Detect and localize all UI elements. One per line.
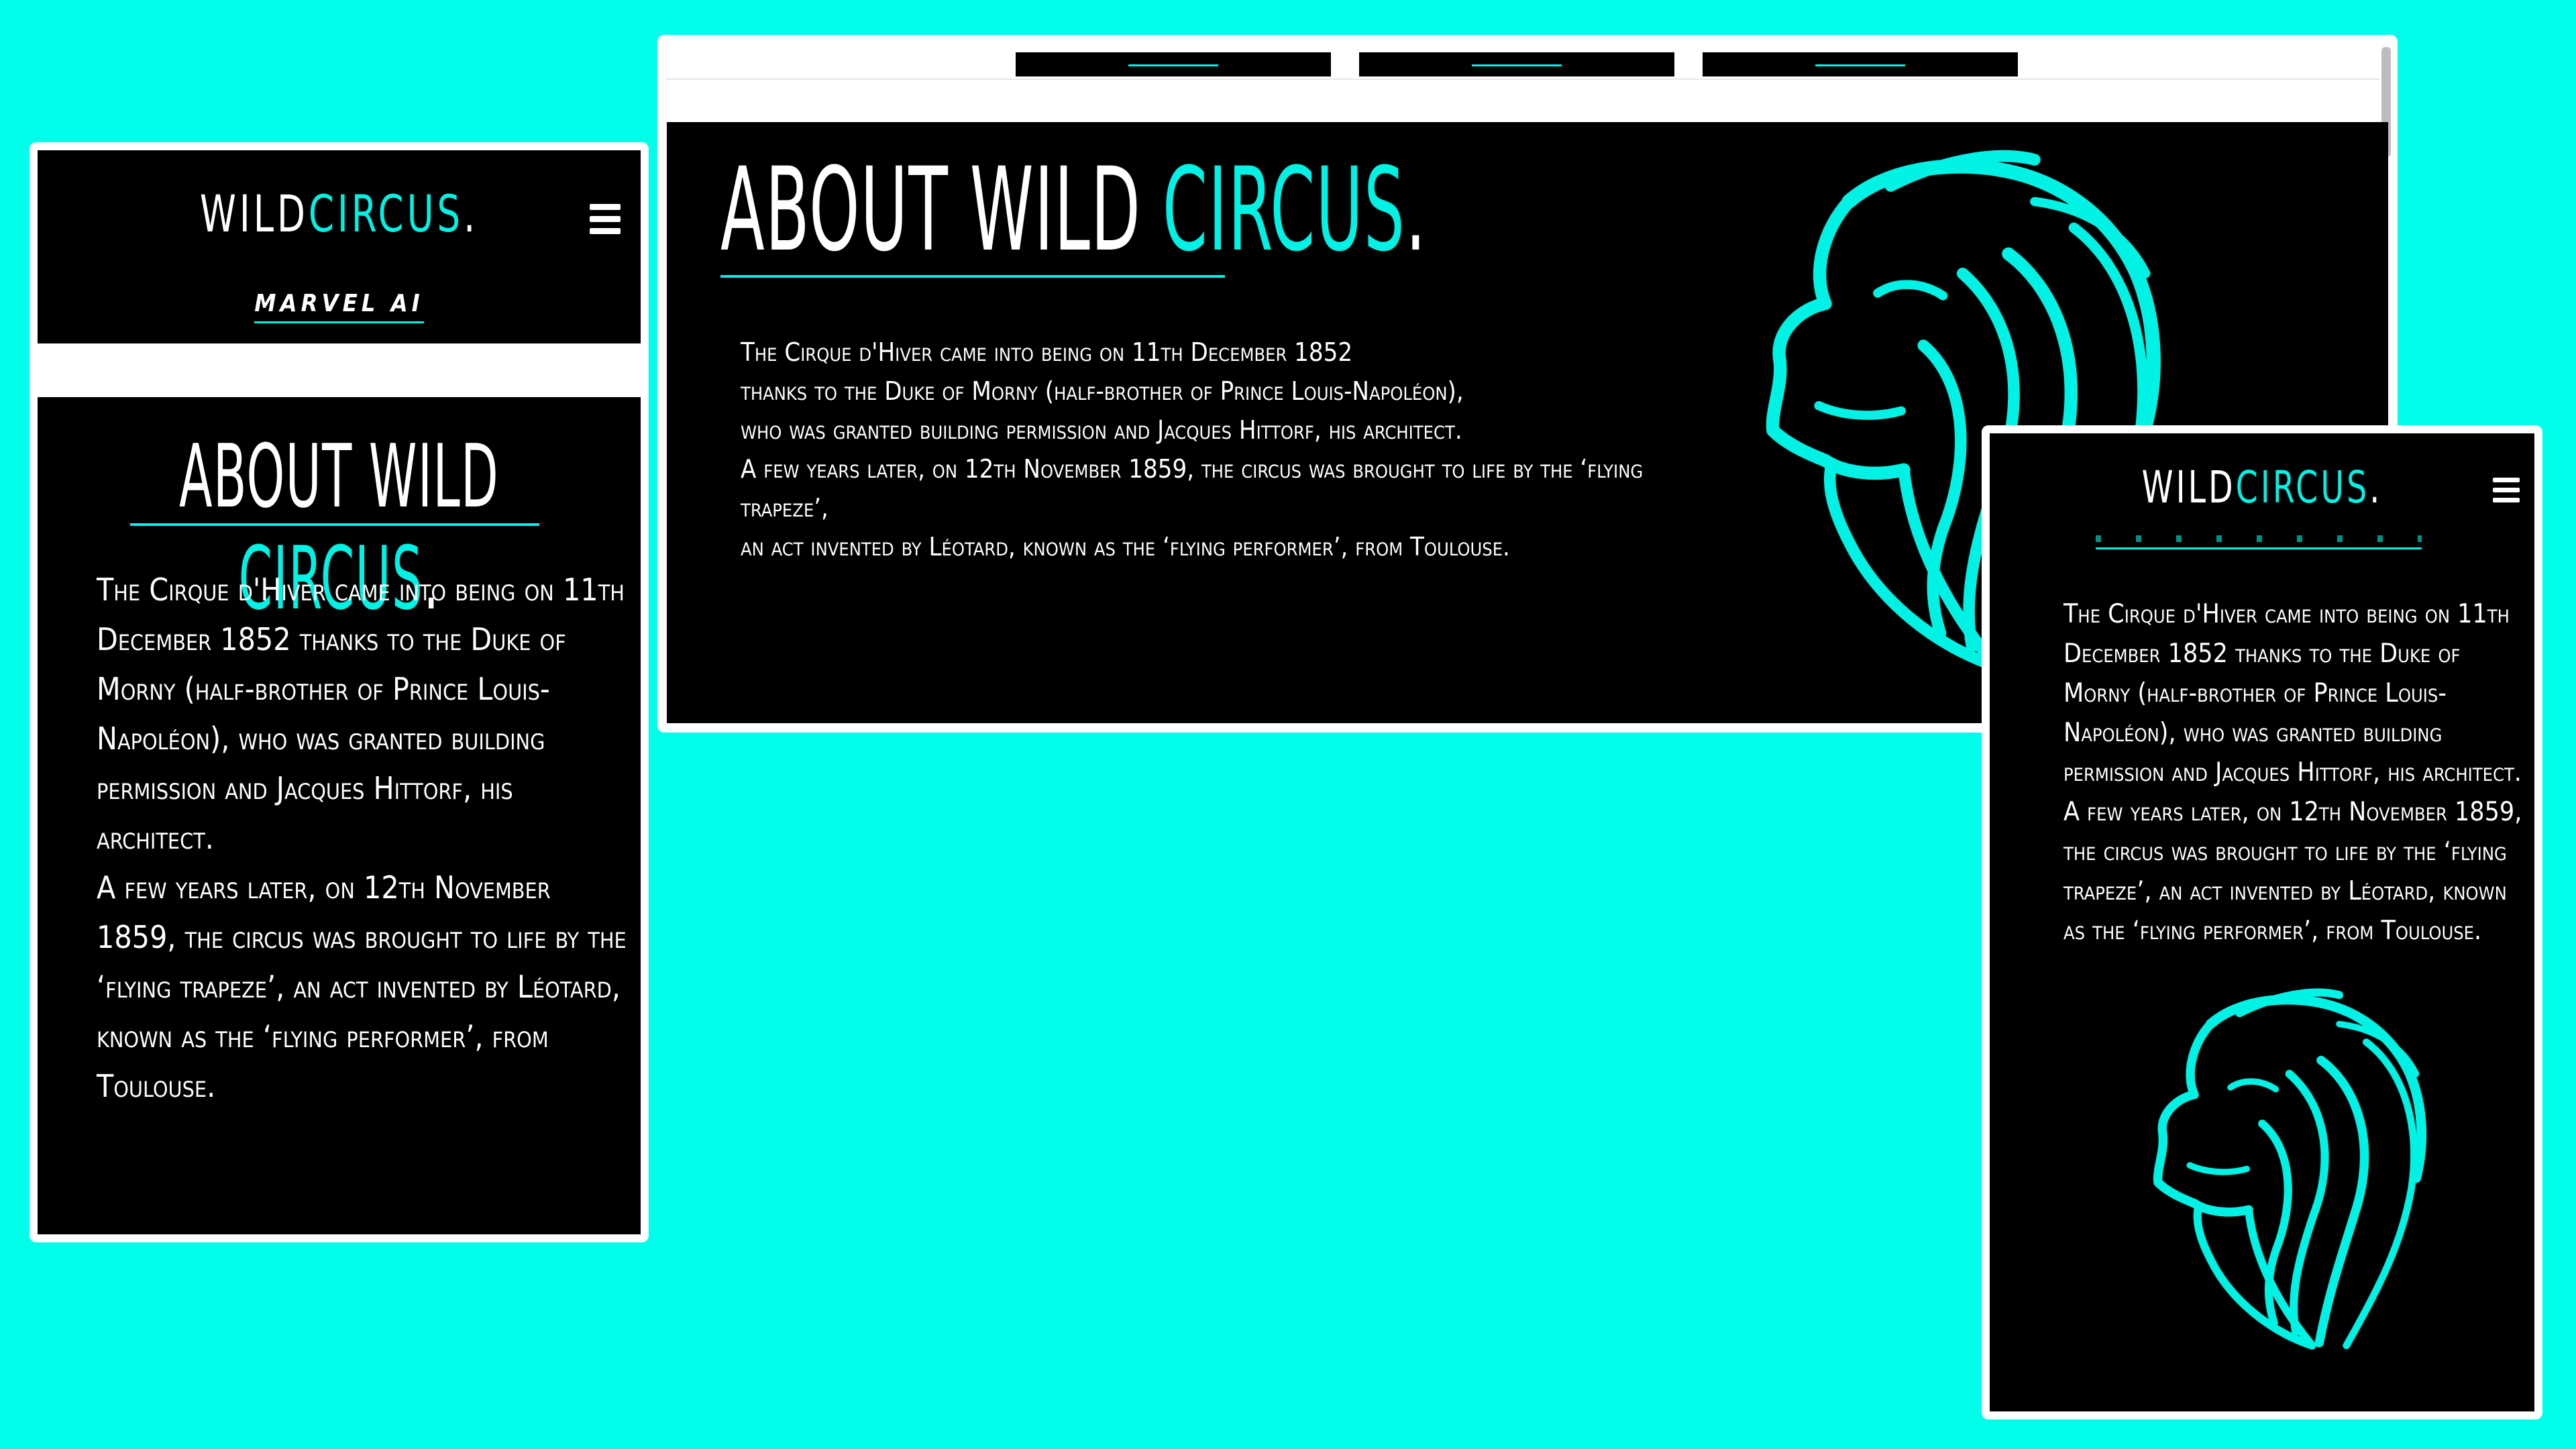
- about-title-white: ABOUT WILD: [178, 425, 500, 527]
- nav-item-underline: [1128, 64, 1218, 66]
- nav-item-3[interactable]: [1703, 52, 2018, 76]
- about-line: thanks to the Duke of Morny (half-brothe…: [741, 376, 1464, 406]
- nav-item-underline: [1815, 64, 1905, 66]
- title-underline: [130, 523, 539, 526]
- about-paragraph-2: A few years later, on 12th November 1859…: [97, 869, 627, 1104]
- brand-logo-dot: .: [2369, 462, 2383, 513]
- header-divider: [665, 78, 2379, 80]
- brand-logo-part2: CIRCUS: [308, 184, 464, 244]
- hamburger-menu-icon[interactable]: [2493, 478, 2520, 508]
- about-title: ABOUT WILD CIRCUS.: [720, 142, 1427, 277]
- brand-logo-part2: CIRCUS: [2235, 462, 2370, 513]
- title-underline: [2096, 547, 2422, 549]
- scrolled-title-remnant: [2096, 535, 2422, 542]
- title-underline: [720, 275, 1225, 278]
- mobile-nav-menu: MARVEL AI: [62, 271, 616, 330]
- about-section: ABOUT WILD CIRCUS. The Cirque d'Hiver ca…: [38, 397, 641, 1234]
- hamburger-menu-icon[interactable]: [590, 204, 621, 240]
- about-line: A few years later, on 12th November 1859…: [741, 454, 1644, 523]
- about-line: The Cirque d'Hiver came into being on 11…: [741, 337, 1353, 367]
- brand-logo-dot: .: [463, 184, 479, 244]
- nav-item-2[interactable]: [1359, 52, 1674, 76]
- about-paragraph-2: A few years later, on 12th November 1859…: [2063, 797, 2522, 946]
- nav-item-1[interactable]: [1016, 52, 1331, 76]
- mobile-mockup-left: WILDCIRCUS. MARVEL AI ABOUT WILD CIRCUS.…: [30, 142, 649, 1242]
- about-line: who was granted building permission and …: [741, 415, 1462, 445]
- about-title-white: ABOUT WILD: [720, 142, 1163, 277]
- about-paragraph-1: The Cirque d'Hiver came into being on 11…: [2063, 599, 2522, 788]
- brand-logo-part1: WILD: [2141, 462, 2236, 513]
- about-line: an act invented by Léotard, known as the…: [741, 532, 1510, 561]
- mobile-header: WILDCIRCUS.: [1990, 433, 2534, 527]
- about-text: The Cirque d'Hiver came into being on 11…: [2063, 594, 2526, 951]
- mobile-mockup-right: WILDCIRCUS. The Cirque d'Hiver came into…: [1982, 425, 2542, 1419]
- nav-link-marvel-ai[interactable]: MARVEL AI: [254, 290, 424, 323]
- brand-logo-part1: WILD: [199, 184, 309, 244]
- about-title-dot: .: [1405, 142, 1427, 277]
- about-text: The Cirque d'Hiver came into being on 11…: [97, 565, 627, 1111]
- header-gap: [38, 343, 641, 397]
- desktop-header: [665, 42, 2383, 113]
- nav-item-underline: [1472, 64, 1562, 66]
- brand-logo[interactable]: WILDCIRCUS.: [2044, 462, 2480, 513]
- about-title-accent: CIRCUS: [1162, 142, 1406, 277]
- brand-logo[interactable]: WILDCIRCUS.: [98, 184, 580, 244]
- about-paragraph-1: The Cirque d'Hiver came into being on 11…: [97, 572, 625, 856]
- lion-head-icon: [2153, 988, 2427, 1350]
- mobile-screen: WILDCIRCUS. The Cirque d'Hiver came into…: [1990, 433, 2534, 1411]
- about-text: The Cirque d'Hiver came into being on 11…: [741, 333, 1713, 566]
